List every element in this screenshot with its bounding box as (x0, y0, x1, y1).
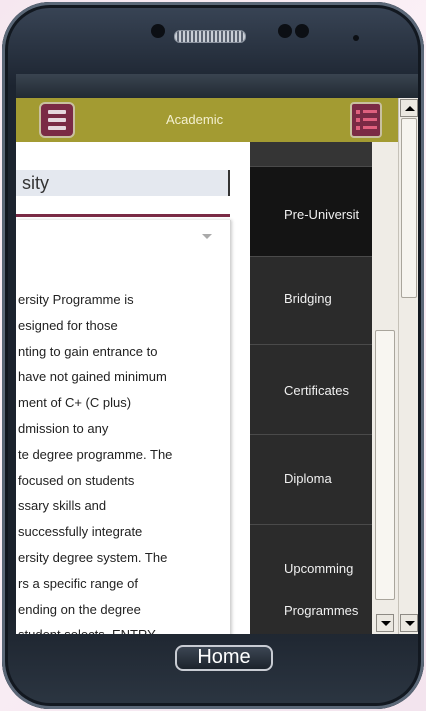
sidebar-item-label: Certificates (284, 383, 350, 398)
description-line: ssary skills and (18, 498, 107, 514)
app-screen: Academic sity ersity Programme is esigne… (16, 74, 418, 634)
side-menu-top (250, 142, 372, 166)
description-line: te degree programme. The (18, 446, 173, 462)
sidebar-item-diploma[interactable]: Diploma (250, 434, 372, 524)
sidebar-item-pre-university[interactable]: Pre-Universit (250, 166, 372, 256)
side-menu: Pre-Universit Bridging Certificates Dipl… (250, 142, 372, 634)
sidebar-item-label: Pre-Universit (284, 207, 360, 222)
chevron-down-icon[interactable] (202, 234, 212, 239)
sidebar-item-label: Upcomming (284, 561, 354, 576)
description-line: ersity Programme is (18, 292, 134, 307)
list-icon (356, 110, 360, 114)
hamburger-icon (48, 126, 66, 130)
title-divider (16, 214, 230, 217)
sensor-icon (278, 24, 292, 38)
list-icon (356, 126, 360, 130)
content-panel: sity ersity Programme is esigned for tho… (16, 142, 250, 634)
sidebar-item-upcoming-programmes[interactable]: Upcomming Programmes (250, 524, 372, 634)
description-line: ment of C+ (C plus) (18, 395, 132, 411)
description-line: have not gained minimum (18, 369, 167, 385)
scroll-down-button[interactable] (376, 614, 394, 632)
scroll-down-button[interactable] (400, 614, 418, 632)
description-line: rs a specific range of (18, 575, 138, 591)
page-title: Academic (166, 112, 224, 127)
arrow-up-icon (405, 106, 415, 111)
list-icon (363, 110, 377, 113)
description-line: dmission to any (18, 420, 109, 436)
menu-scrollbar[interactable] (372, 142, 398, 634)
scroll-up-button[interactable] (400, 99, 418, 117)
app-header: Academic (16, 98, 398, 142)
hamburger-icon (48, 110, 66, 114)
page-scrollbar-thumb[interactable] (401, 118, 417, 298)
background-watermark: ​ (0, 10, 3, 35)
description-line: successfully integrate (18, 524, 143, 540)
list-icon (363, 126, 377, 129)
description-line: ending on the degree (18, 601, 141, 617)
hamburger-icon (48, 118, 66, 122)
speaker-grille (174, 30, 246, 43)
sidebar-item-certificates[interactable]: Certificates (250, 344, 372, 434)
page-scrollbar[interactable] (398, 98, 418, 634)
sidebar-item-label: Diploma (284, 471, 332, 486)
description-line: nting to gain entrance to (18, 343, 158, 359)
arrow-down-icon (381, 621, 391, 626)
camera-icon (151, 24, 165, 38)
hamburger-menu-button[interactable] (39, 102, 75, 138)
menu-scrollbar-thumb[interactable] (375, 330, 395, 600)
description-line: esigned for those (18, 317, 118, 333)
description-line: ersity degree system. The (18, 549, 168, 565)
description-line: student selects. ENTRY (18, 622, 230, 634)
home-button[interactable]: Home (175, 645, 273, 671)
programme-description: ersity Programme is esigned for those nt… (18, 287, 230, 634)
sensor-icon (295, 24, 309, 38)
list-icon (363, 118, 377, 121)
sidebar-item-label: Programmes (284, 603, 359, 618)
phone-frame: Academic sity ersity Programme is esigne… (2, 2, 424, 709)
status-bar (16, 74, 418, 98)
arrow-down-icon (405, 621, 415, 626)
title-text: sity (22, 173, 49, 193)
list-menu-button[interactable] (350, 102, 382, 138)
sidebar-item-bridging[interactable]: Bridging (250, 256, 372, 344)
list-icon (356, 118, 360, 122)
title-field[interactable]: sity (16, 170, 230, 196)
led-icon (353, 35, 359, 41)
sidebar-item-label: Bridging (284, 291, 332, 306)
description-line: focused on students (18, 472, 135, 488)
